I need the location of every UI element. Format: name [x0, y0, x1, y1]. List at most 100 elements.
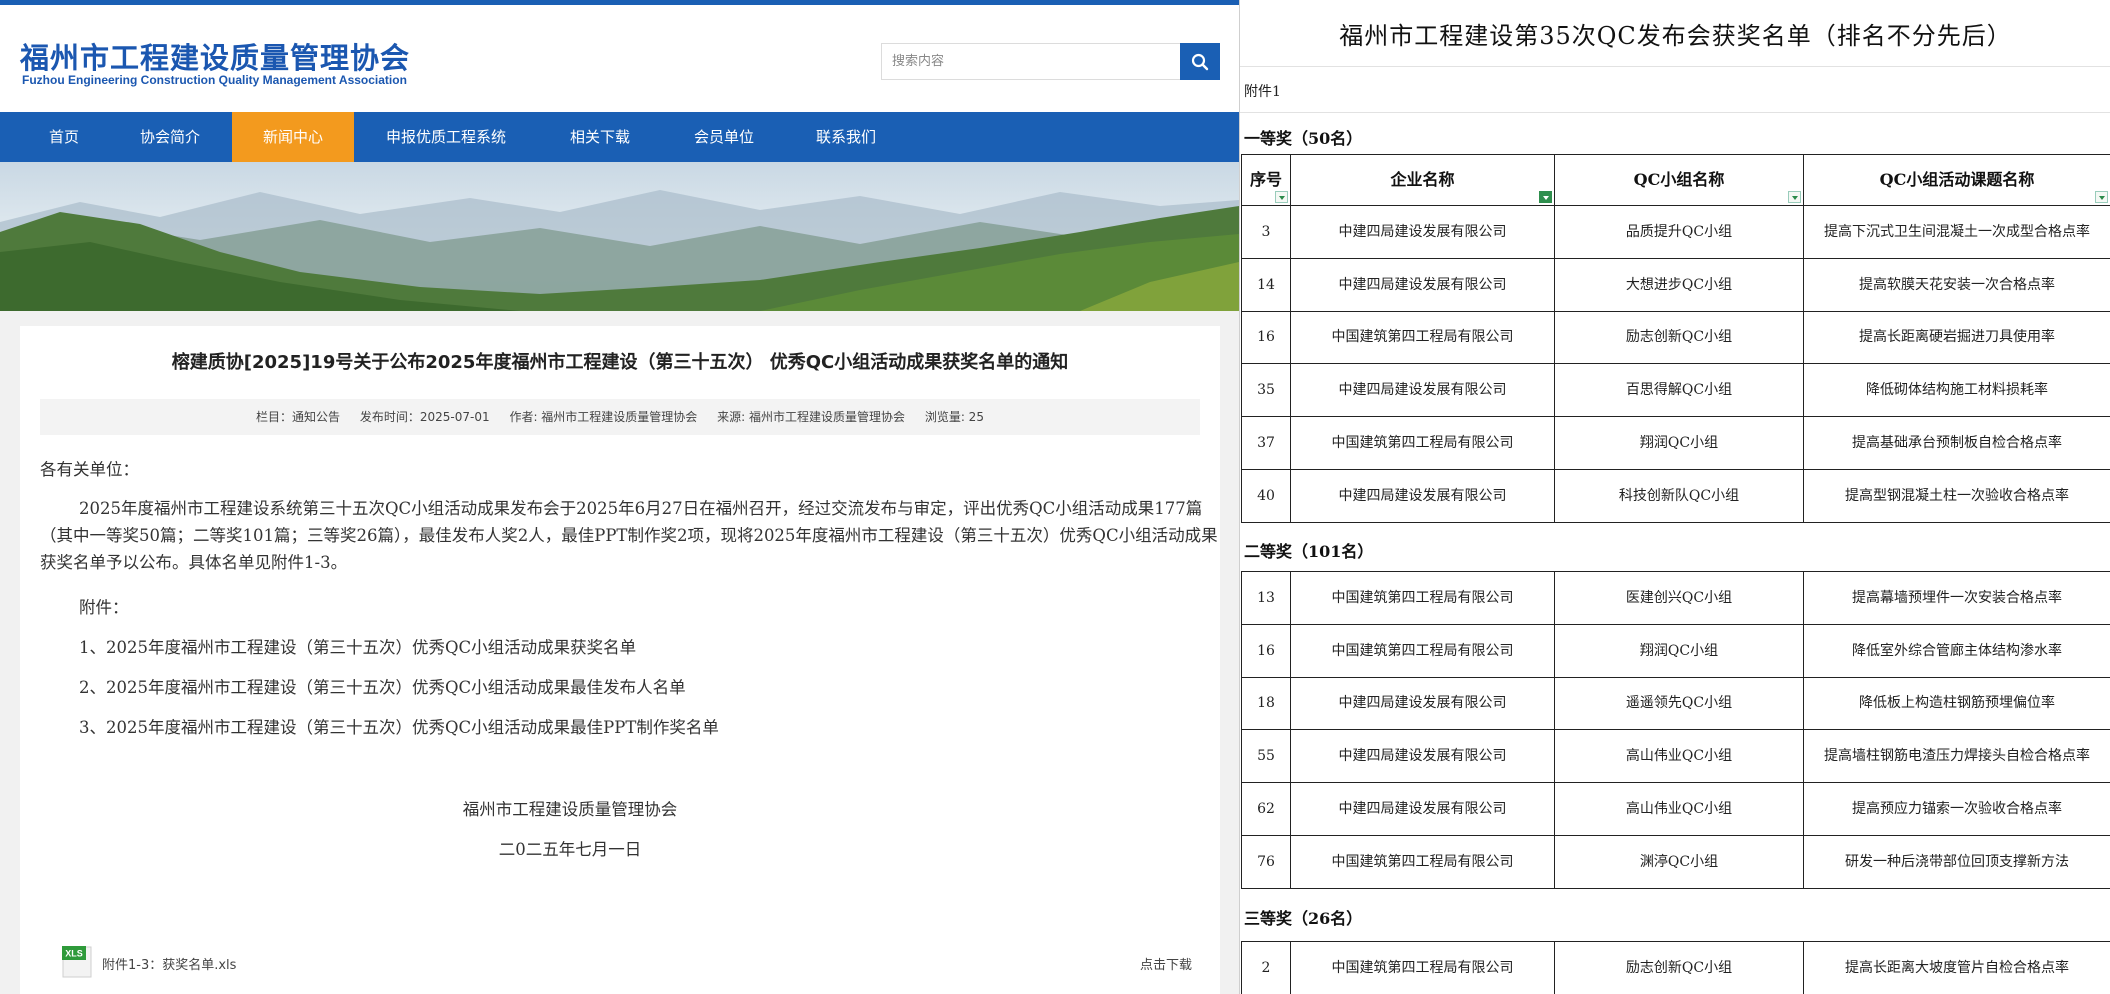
- filter-dropdown-icon[interactable]: [2095, 191, 2108, 203]
- nav-item-members[interactable]: 会员单位: [672, 112, 776, 162]
- cell[interactable]: 中建四局建设发展有限公司: [1290, 782, 1555, 836]
- cell[interactable]: 62: [1241, 782, 1291, 836]
- cell[interactable]: 提高基础承台预制板自检合格点率: [1803, 416, 2110, 470]
- filter-dropdown-icon[interactable]: [1788, 191, 1801, 203]
- sheet-gridline: [1240, 112, 2110, 113]
- article-salutation: 各有关单位：: [40, 460, 139, 479]
- award-table-first: 序号 企业名称 QC小组名称 QC小组活动课题名称 3 中建四局建设发展有限公司…: [1241, 154, 2110, 523]
- filter-active-icon[interactable]: [1539, 191, 1552, 203]
- download-link[interactable]: 点击下载: [1140, 954, 1192, 973]
- header-cell-topic: QC小组活动课题名称: [1803, 154, 2110, 206]
- award-table-second: 13 中国建筑第四工程局有限公司 医建创兴QC小组 提高幕墙预埋件一次安装合格点…: [1241, 571, 2110, 889]
- cell[interactable]: 励志创新QC小组: [1554, 941, 1804, 994]
- cell[interactable]: 40: [1241, 468, 1291, 523]
- meta-views: 浏览量: 25: [924, 410, 984, 424]
- cell[interactable]: 中建四局建设发展有限公司: [1290, 205, 1555, 259]
- filter-dropdown-icon[interactable]: [1275, 191, 1288, 203]
- cell[interactable]: 13: [1241, 571, 1291, 625]
- cell[interactable]: 35: [1241, 363, 1291, 418]
- cell[interactable]: 降低室外综合管廊主体结构渗水率: [1803, 623, 2110, 678]
- site-logo-subtitle: Fuzhou Engineering Construction Quality …: [22, 73, 407, 87]
- header-label: QC小组活动课题名称: [1879, 170, 2035, 189]
- cell[interactable]: 18: [1241, 676, 1291, 731]
- cell[interactable]: 37: [1241, 416, 1291, 470]
- cell[interactable]: 中国建筑第四工程局有限公司: [1290, 941, 1555, 994]
- cell[interactable]: 76: [1241, 834, 1291, 889]
- nav-item-home[interactable]: 首页: [20, 112, 108, 162]
- cell[interactable]: 提高长距离大坡度管片自检合格点率: [1803, 941, 2110, 994]
- header-label: 序号: [1249, 170, 1282, 189]
- cell[interactable]: 中建四局建设发展有限公司: [1290, 468, 1555, 523]
- attachment-item: 1、2025年度福州市工程建设（第三十五次）优秀QC小组活动成果获奖名单: [79, 638, 637, 657]
- cell[interactable]: 中建四局建设发展有限公司: [1290, 729, 1555, 784]
- nav-item-award-system[interactable]: 申报优质工程系统: [368, 112, 524, 162]
- cell[interactable]: 3: [1241, 205, 1291, 259]
- nav-item-contact[interactable]: 联系我们: [796, 112, 896, 162]
- cell[interactable]: 高山伟业QC小组: [1554, 782, 1804, 836]
- site-header: 福州市工程建设质量管理协会 Fuzhou Engineering Constru…: [0, 5, 1239, 112]
- table-row: 35 中建四局建设发展有限公司 百思得解QC小组 降低砌体结构施工材料损耗率: [1241, 363, 2110, 418]
- table-row: 76 中国建筑第四工程局有限公司 渊渟QC小组 研发一种后浇带部位回顶支撑新方法: [1241, 834, 2110, 889]
- cell[interactable]: 16: [1241, 623, 1291, 678]
- cell[interactable]: 中国建筑第四工程局有限公司: [1290, 416, 1555, 470]
- cell[interactable]: 降低砌体结构施工材料损耗率: [1803, 363, 2110, 418]
- site-logo-title[interactable]: 福州市工程建设质量管理协会: [20, 35, 410, 77]
- meta-column: 栏目：通知公告: [256, 410, 341, 424]
- cell[interactable]: 遥遥领先QC小组: [1554, 676, 1804, 731]
- table-row: 55 中建四局建设发展有限公司 高山伟业QC小组 提高墙柱钢筋电渣压力焊接头自检…: [1241, 729, 2110, 784]
- cell[interactable]: 提高幕墙预埋件一次安装合格点率: [1803, 571, 2110, 625]
- cell[interactable]: 中国建筑第四工程局有限公司: [1290, 571, 1555, 625]
- nav-item-about[interactable]: 协会简介: [116, 112, 224, 162]
- search-button[interactable]: [1180, 43, 1220, 80]
- cell[interactable]: 科技创新队QC小组: [1554, 468, 1804, 523]
- cell[interactable]: 中建四局建设发展有限公司: [1290, 363, 1555, 418]
- signature-organization: 福州市工程建设质量管理协会: [462, 800, 678, 819]
- article-card: 榕建质协[2025]19号关于公布2025年度福州市工程建设（第三十五次） 优秀…: [20, 326, 1220, 994]
- cell[interactable]: 2: [1241, 941, 1291, 994]
- search-input[interactable]: [881, 43, 1181, 80]
- cell[interactable]: 中建四局建设发展有限公司: [1290, 676, 1555, 731]
- cell[interactable]: 品质提升QC小组: [1554, 205, 1804, 259]
- header-cell-seq: 序号: [1241, 154, 1291, 206]
- cell[interactable]: 中国建筑第四工程局有限公司: [1290, 310, 1555, 365]
- cell[interactable]: 14: [1241, 257, 1291, 312]
- header-cell-company: 企业名称: [1290, 154, 1555, 206]
- table-row: 14 中建四局建设发展有限公司 大想进步QC小组 提高软膜天花安装一次合格点率: [1241, 257, 2110, 312]
- cell[interactable]: 大想进步QC小组: [1554, 257, 1804, 312]
- cell[interactable]: 渊渟QC小组: [1554, 834, 1804, 889]
- nav-item-news[interactable]: 新闻中心: [232, 112, 354, 162]
- cell[interactable]: 中国建筑第四工程局有限公司: [1290, 834, 1555, 889]
- cell[interactable]: 55: [1241, 729, 1291, 784]
- cell[interactable]: 中建四局建设发展有限公司: [1290, 257, 1555, 312]
- cell[interactable]: 翔润QC小组: [1554, 416, 1804, 470]
- cell[interactable]: 医建创兴QC小组: [1554, 571, 1804, 625]
- cell[interactable]: 高山伟业QC小组: [1554, 729, 1804, 784]
- cell[interactable]: 提高型钢混凝土柱一次验收合格点率: [1803, 468, 2110, 523]
- main-nav: 首页 协会简介 新闻中心 申报优质工程系统 相关下载 会员单位 联系我们: [0, 112, 1239, 162]
- section-label-third-prize: 三等奖（26名）: [1244, 909, 1363, 928]
- attachment-file-name[interactable]: 附件1-3：获奖名单.xls: [102, 954, 236, 973]
- table-row: 18 中建四局建设发展有限公司 遥遥领先QC小组 降低板上构造柱钢筋预埋偏位率: [1241, 676, 2110, 731]
- spreadsheet-pane: 福州市工程建设第35次QC发布会获奖名单（排名不分先后） 附件1 一等奖（50名…: [1239, 0, 2110, 994]
- cell[interactable]: 百思得解QC小组: [1554, 363, 1804, 418]
- cell[interactable]: 提高墙柱钢筋电渣压力焊接头自检合格点率: [1803, 729, 2110, 784]
- cell[interactable]: 研发一种后浇带部位回顶支撑新方法: [1803, 834, 2110, 889]
- sheet-title: 福州市工程建设第35次QC发布会获奖名单（排名不分先后）: [1339, 22, 2012, 50]
- section-label-first-prize: 一等奖（50名）: [1244, 129, 1363, 148]
- nav-item-downloads[interactable]: 相关下载: [548, 112, 652, 162]
- website-pane: 福州市工程建设质量管理协会 Fuzhou Engineering Constru…: [0, 0, 1239, 994]
- cell[interactable]: 中国建筑第四工程局有限公司: [1290, 623, 1555, 678]
- table-row: 40 中建四局建设发展有限公司 科技创新队QC小组 提高型钢混凝土柱一次验收合格…: [1241, 468, 2110, 523]
- attachment-file-row: XLS 附件1-3：获奖名单.xls 点击下载: [62, 944, 1202, 980]
- attachment-item: 2、2025年度福州市工程建设（第三十五次）优秀QC小组活动成果最佳发布人名单: [79, 678, 686, 697]
- cell[interactable]: 提高下沉式卫生间混凝土一次成型合格点率: [1803, 205, 2110, 259]
- table-header-row: 序号 企业名称 QC小组名称 QC小组活动课题名称: [1241, 154, 2110, 206]
- mountain-banner-image: [0, 162, 1239, 311]
- cell[interactable]: 提高预应力锚索一次验收合格点率: [1803, 782, 2110, 836]
- cell[interactable]: 翔润QC小组: [1554, 623, 1804, 678]
- cell[interactable]: 励志创新QC小组: [1554, 310, 1804, 365]
- cell[interactable]: 提高长距离硬岩掘进刀具使用率: [1803, 310, 2110, 365]
- cell[interactable]: 16: [1241, 310, 1291, 365]
- cell[interactable]: 降低板上构造柱钢筋预埋偏位率: [1803, 676, 2110, 731]
- cell[interactable]: 提高软膜天花安装一次合格点率: [1803, 257, 2110, 312]
